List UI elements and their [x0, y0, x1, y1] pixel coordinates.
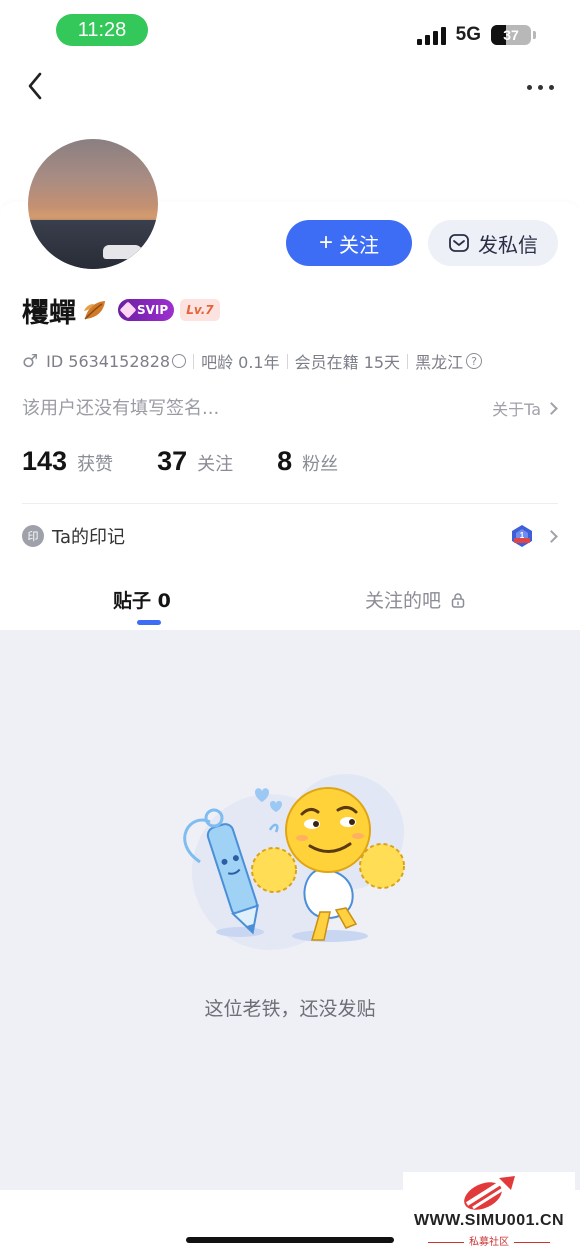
- svip-label: SVIP: [137, 303, 169, 317]
- stat-number: 143: [22, 446, 68, 476]
- signal-icon: [416, 25, 446, 45]
- signature: 该用户还没有填写签名...: [22, 398, 220, 419]
- about-label: 关于Ta: [492, 400, 541, 419]
- chevron-right-icon: [545, 529, 558, 543]
- leaf-icon: [84, 301, 105, 320]
- watermark-logo-icon: [464, 1176, 515, 1210]
- location: 黑龙江: [415, 353, 464, 372]
- follow-label: 关注: [339, 234, 379, 257]
- watermark-site: WWW.SIMU001.CN: [413, 1212, 565, 1229]
- stat-number: 8: [277, 446, 293, 476]
- seal-icon: 印: [22, 525, 44, 547]
- plus-icon: +: [318, 229, 333, 256]
- stat-label: 关注: [197, 454, 234, 475]
- copy-icon[interactable]: [172, 354, 187, 368]
- chevron-right-icon: [545, 401, 558, 415]
- tab-bar: 贴子 0 关注的吧: [0, 568, 580, 630]
- battery-icon: 37: [491, 25, 531, 45]
- bar-age: 吧龄 0.1年: [201, 353, 280, 372]
- back-button[interactable]: [20, 66, 60, 106]
- stat-number: 37: [157, 446, 188, 476]
- status-time: 11:28: [56, 14, 148, 46]
- posts-content: 这位老铁，还没发贴: [0, 630, 580, 1190]
- message-button[interactable]: 发私信: [428, 220, 558, 266]
- svg-text:1: 1: [520, 531, 525, 540]
- avatar[interactable]: [26, 137, 160, 271]
- level-badge[interactable]: Lv.7: [180, 299, 220, 321]
- diamond-icon: [119, 301, 137, 319]
- more-options-button[interactable]: [520, 72, 560, 102]
- battery-level: 37: [503, 27, 519, 43]
- network-type: 5G: [455, 24, 481, 45]
- tab-followed-bars-label: 关注的吧: [365, 590, 442, 612]
- home-indicator[interactable]: [186, 1237, 394, 1243]
- about-link[interactable]: 关于Ta: [492, 396, 558, 420]
- help-icon[interactable]: ?: [466, 353, 483, 369]
- follow-button[interactable]: + 关注: [286, 220, 412, 266]
- stat-label: 粉丝: [302, 454, 339, 475]
- username: 欔蟬: [22, 297, 76, 329]
- marks-badges: 1: [509, 523, 558, 549]
- mail-icon: [449, 234, 469, 252]
- message-label: 发私信: [478, 234, 538, 257]
- marks-label: Ta的印记: [52, 527, 126, 548]
- tab-followed-bars[interactable]: 关注的吧: [365, 586, 465, 613]
- stats-row: 143 获赞 37 关注 8 粉丝: [22, 446, 382, 486]
- svip-badge[interactable]: SVIP: [118, 299, 175, 321]
- stat-fans[interactable]: 8 粉丝: [277, 446, 338, 477]
- tab-posts[interactable]: 贴子 0: [113, 586, 171, 613]
- male-icon: ♂: [22, 350, 39, 372]
- active-tab-indicator: [137, 620, 161, 625]
- stat-following[interactable]: 37 关注: [157, 446, 233, 477]
- divider: [22, 503, 558, 504]
- lock-icon: [451, 592, 465, 608]
- stat-likes[interactable]: 143 获赞: [22, 446, 113, 477]
- membership-duration: 会员在籍 15天: [294, 353, 401, 372]
- meta-row: ♂ ID 5634152828 吧龄 0.1年 会员在籍 15天 黑龙江 ?: [22, 348, 483, 374]
- medal-icon: 1: [512, 525, 532, 547]
- watermark-sub: 私募社区: [403, 1233, 575, 1248]
- empty-state-message: 这位老铁，还没发贴: [204, 998, 376, 1020]
- stat-label: 获赞: [77, 454, 114, 475]
- user-id: ID 5634152828: [46, 351, 171, 371]
- empty-state-illustration: [183, 774, 405, 950]
- name-row: 欔蟬 SVIP Lv.7: [22, 290, 220, 330]
- marks-row[interactable]: 印 Ta的印记 1: [22, 517, 558, 555]
- chevron-left-icon: [28, 72, 42, 100]
- watermark: WWW.SIMU001.CN 私募社区: [403, 1172, 575, 1250]
- status-indicators: 5G 37: [416, 20, 536, 50]
